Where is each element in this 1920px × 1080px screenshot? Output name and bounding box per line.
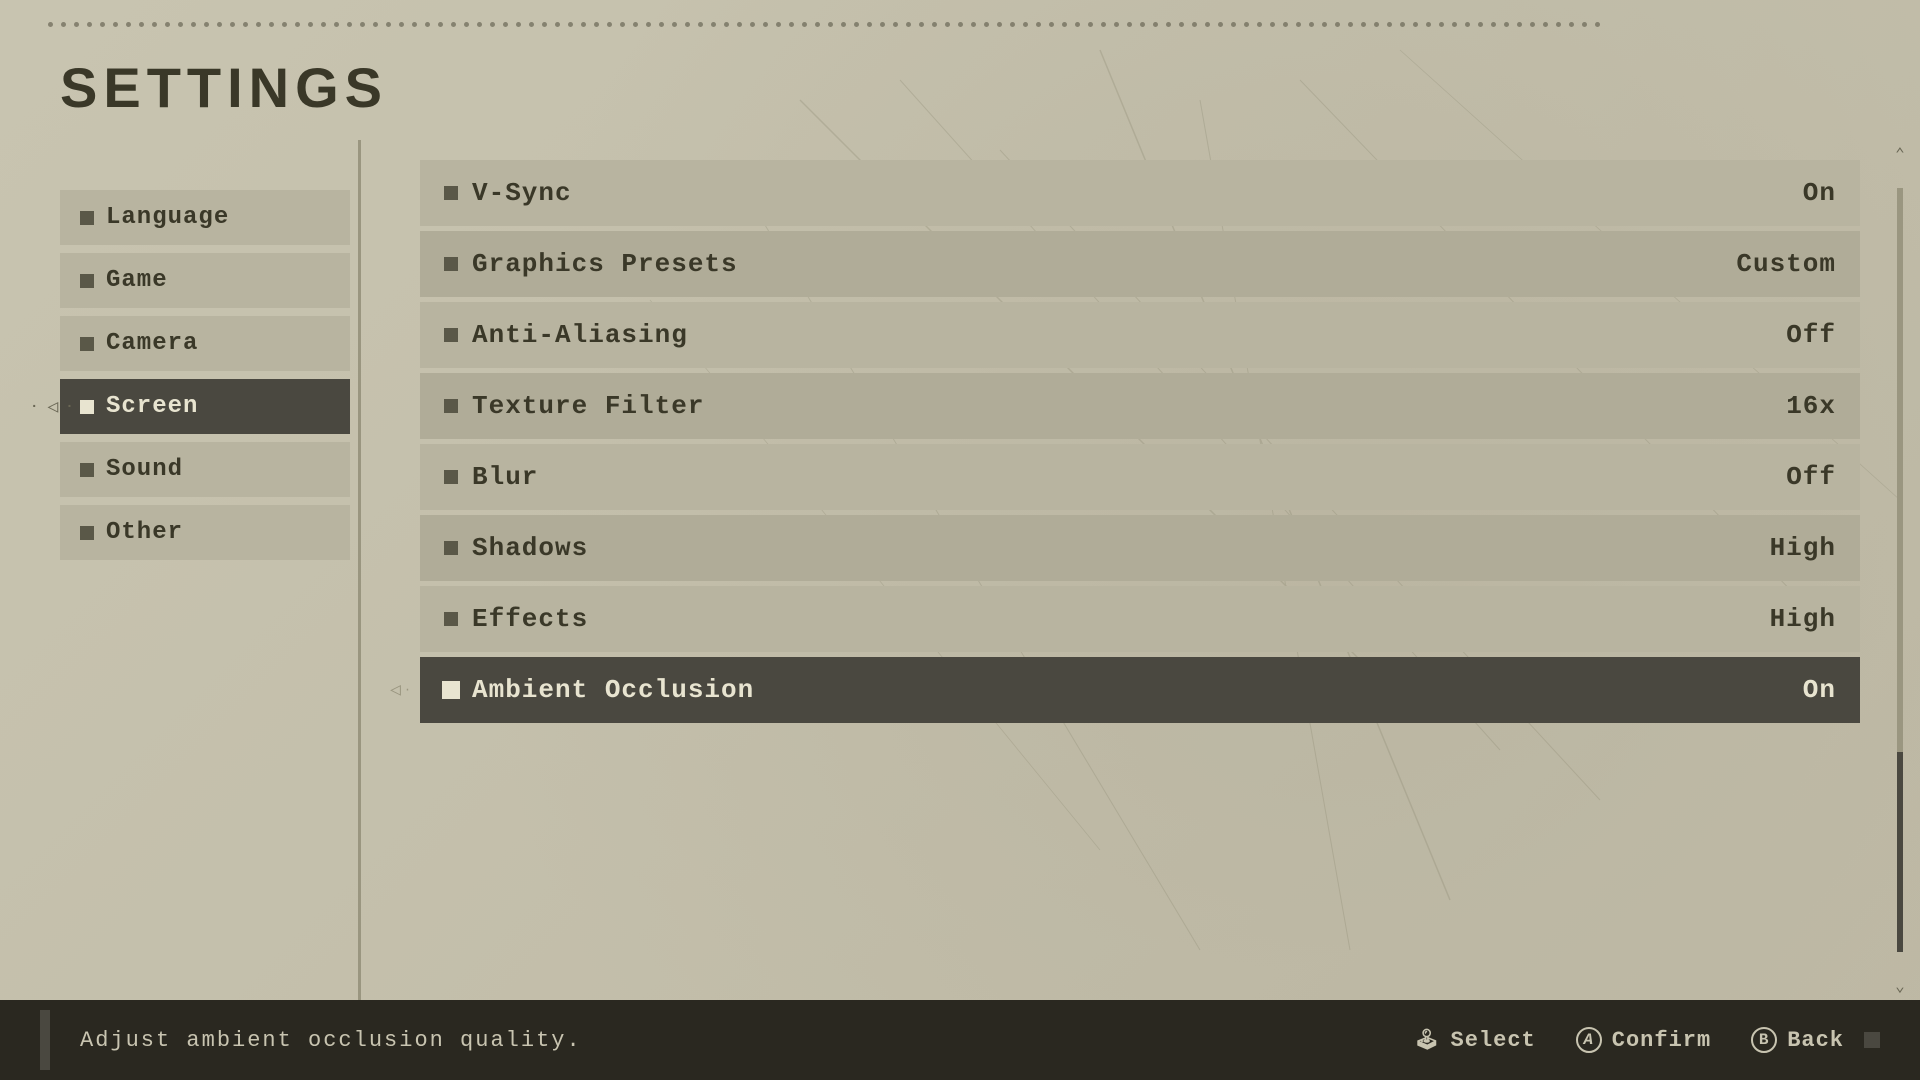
setting-left-graphics-presets: Graphics Presets [444,249,738,279]
setting-row-effects[interactable]: Effects High [420,586,1860,652]
setting-label-vsync: V-Sync [472,178,572,208]
nav-icon-camera [80,337,94,351]
setting-icon-effects [444,612,458,626]
select-icon: 🕹 [1414,1027,1440,1053]
setting-left-texture-filter: Texture Filter [444,391,704,421]
setting-left-shadows: Shadows [444,533,588,563]
scrollbar-track[interactable] [1897,188,1903,952]
setting-row-vsync[interactable]: V-Sync On [420,160,1860,226]
setting-row-ambient-occlusion[interactable]: ◁ · Ambient Occlusion On [420,657,1860,723]
nav-label-game: Game [106,267,168,294]
scroll-arrow-down[interactable]: ⌄ [1891,972,1909,1000]
nav-label-language: Language [106,204,229,231]
setting-label-effects: Effects [472,604,588,634]
setting-label-anti-aliasing: Anti-Aliasing [472,320,688,350]
confirm-icon: A [1576,1027,1602,1053]
hint-text: Adjust ambient occlusion quality. [80,1028,1414,1053]
setting-label-ambient-occlusion: Ambient Occlusion [472,675,754,705]
setting-row-shadows[interactable]: Shadows High [420,515,1860,581]
row-arrow-icon: ◁ [390,679,401,701]
setting-label-graphics-presets: Graphics Presets [472,249,738,279]
setting-value-graphics-presets: Custom [1736,249,1836,279]
setting-left-blur: Blur [444,462,538,492]
setting-icon-shadows [444,541,458,555]
back-label: Back [1787,1028,1844,1053]
sidebar-item-camera[interactable]: Camera [60,316,350,371]
setting-value-ambient-occlusion: On [1803,675,1836,705]
setting-left-vsync: V-Sync [444,178,572,208]
sidebar-item-other[interactable]: Other [60,505,350,560]
select-label: Select [1451,1028,1536,1053]
row-dots: · [404,683,411,697]
setting-icon-blur [444,470,458,484]
setting-row-graphics-presets[interactable]: Graphics Presets Custom [420,231,1860,297]
page-title: SETTINGS [60,55,388,120]
nav-label-camera: Camera [106,330,198,357]
nav-icon-game [80,274,94,288]
setting-icon-anti-aliasing [444,328,458,342]
setting-icon-ambient-occlusion [444,683,458,697]
nav-icon-language [80,211,94,225]
setting-value-vsync: On [1803,178,1836,208]
setting-row-texture-filter[interactable]: Texture Filter 16x [420,373,1860,439]
nav-icon-screen [80,400,94,414]
main-content: Language Game Camera · ◁ · Screen Sound … [0,140,1920,1000]
setting-label-shadows: Shadows [472,533,588,563]
scrollbar-thumb[interactable] [1897,752,1903,952]
setting-label-blur: Blur [472,462,538,492]
control-back[interactable]: B Back [1751,1027,1844,1053]
bottom-bar: Adjust ambient occlusion quality. 🕹 Sele… [0,1000,1920,1080]
setting-icon-graphics-presets [444,257,458,271]
setting-label-texture-filter: Texture Filter [472,391,704,421]
sidebar-arrow: · ◁ · [30,396,75,418]
scroll-arrow-up[interactable]: ⌃ [1891,140,1909,168]
sidebar-item-game[interactable]: Game [60,253,350,308]
setting-value-shadows: High [1770,533,1836,563]
dot-border-top [0,18,1920,30]
setting-row-anti-aliasing[interactable]: Anti-Aliasing Off [420,302,1860,368]
sidebar-item-screen[interactable]: · ◁ · Screen [60,379,350,434]
nav-icon-sound [80,463,94,477]
nav-label-other: Other [106,519,183,546]
nav-icon-other [80,526,94,540]
sidebar: Language Game Camera · ◁ · Screen Sound … [0,140,380,1000]
scrollbar-area: ⌃ ⌄ [1890,140,1910,1000]
setting-value-anti-aliasing: Off [1786,320,1836,350]
setting-row-blur[interactable]: Blur Off [420,444,1860,510]
confirm-label: Confirm [1612,1028,1711,1053]
bottom-right-corner [1864,1032,1880,1048]
sidebar-item-language[interactable]: Language [60,190,350,245]
setting-icon-vsync [444,186,458,200]
control-select[interactable]: 🕹 Select [1414,1027,1536,1053]
control-confirm[interactable]: A Confirm [1576,1027,1711,1053]
settings-list: V-Sync On Graphics Presets Custom Anti-A… [380,140,1920,1000]
setting-value-effects: High [1770,604,1836,634]
setting-value-blur: Off [1786,462,1836,492]
bottom-left-accent [40,1010,50,1070]
setting-left-anti-aliasing: Anti-Aliasing [444,320,688,350]
settings-area: V-Sync On Graphics Presets Custom Anti-A… [380,140,1920,1000]
nav-label-screen: Screen [106,393,198,420]
setting-left-effects: Effects [444,604,588,634]
setting-icon-texture-filter [444,399,458,413]
setting-left-ambient-occlusion: Ambient Occlusion [444,675,754,705]
setting-value-texture-filter: 16x [1786,391,1836,421]
back-icon: B [1751,1027,1777,1053]
nav-label-sound: Sound [106,456,183,483]
controls-area: 🕹 Select A Confirm B Back [1414,1027,1844,1053]
sidebar-item-sound[interactable]: Sound [60,442,350,497]
